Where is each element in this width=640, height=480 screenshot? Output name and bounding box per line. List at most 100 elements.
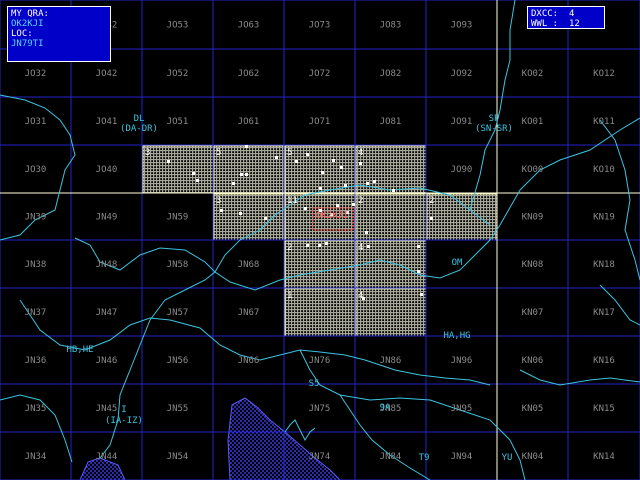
locator-label: JN36 [25,356,47,366]
station-dot[interactable] [245,173,248,176]
locator-label: JN35 [25,404,47,414]
station-dot[interactable] [232,182,235,185]
worked-square[interactable] [426,193,498,241]
locator-label: KN07 [522,308,544,318]
locator-label: KN04 [522,452,544,462]
station-dot[interactable] [306,244,309,247]
locator-label: JN39 [25,213,47,223]
wwl-label: WWL : [531,19,559,29]
station-dot[interactable] [430,217,433,220]
locator-label: JN47 [96,308,118,318]
station-dot[interactable] [245,145,248,148]
station-dot[interactable] [304,207,307,210]
station-dot[interactable] [295,160,298,163]
locator-label: JO30 [25,165,47,175]
locator-label: KO01 [522,117,544,127]
worked-square[interactable] [213,145,285,194]
qra-locator-map-screen: OK2KJI JO42JO53JO63JO73JO83JO93JO32JO42J… [0,0,640,480]
locator-label: JO62 [238,69,260,79]
station-dot[interactable] [192,172,195,175]
locator-label: JN66 [238,356,260,366]
locator-label: JO53 [167,21,189,31]
worked-squares-layer [142,145,498,337]
station-dot[interactable] [325,242,328,245]
station-dot[interactable] [220,209,223,212]
station-dot[interactable] [167,160,170,163]
country-prefix-label: (DA-DR) [120,124,158,134]
station-dot[interactable] [319,187,322,190]
locator-label: JO83 [380,21,402,31]
locator-label: JO63 [238,21,260,31]
station-dot[interactable] [196,179,199,182]
station-dot[interactable] [352,203,355,206]
station-dot[interactable] [417,245,420,248]
locator-label: JO93 [451,21,473,31]
locator-label: JN58 [167,260,189,270]
locator-label: JN76 [309,356,331,366]
locator-label: JO42 [96,69,118,79]
locator-label: KO11 [593,117,615,127]
station-dot[interactable] [373,180,376,183]
locator-label: KO12 [593,69,615,79]
locator-label: KO02 [522,69,544,79]
station-dot[interactable] [366,182,369,185]
station-dot[interactable] [417,270,420,273]
station-dot[interactable] [321,171,324,174]
locator-label: JN37 [25,308,47,318]
station-dot[interactable] [264,217,267,220]
country-prefix-label: DL [134,114,145,124]
station-dot[interactable] [318,244,321,247]
locator-label: JN56 [167,356,189,366]
station-dot[interactable] [240,173,243,176]
station-dot[interactable] [359,162,362,165]
station-dot[interactable] [336,204,339,207]
locator-label: JN44 [96,452,118,462]
station-dot[interactable] [332,159,335,162]
locator-label: JN54 [167,452,189,462]
country-prefix-label: OM [452,258,463,268]
locator-label: JO72 [309,69,331,79]
worked-count: 11 [287,196,298,206]
station-dot[interactable] [239,212,242,215]
station-dot[interactable] [275,156,278,159]
locator-label: JN84 [380,452,402,462]
locator-label: KO10 [593,165,615,175]
my-qra-panel: MY QRA: OK2KJI LOC: JN79TI [7,6,111,62]
station-dot[interactable] [306,153,309,156]
locator-label: JN67 [238,308,260,318]
locator-label: JN68 [238,260,260,270]
locator-label: JN57 [167,308,189,318]
locator-label: KN06 [522,356,544,366]
locator-label: JN49 [96,213,118,223]
worked-count: 3 [216,196,221,206]
worked-square[interactable] [284,240,356,289]
country-prefix-label: SP [489,114,500,124]
dxcc-count: 4 [568,9,575,19]
worked-square[interactable] [355,240,427,289]
locator-label: JO81 [380,117,402,127]
worked-square[interactable] [355,288,427,337]
locator-label: KN14 [593,452,615,462]
loc-value: JN79TI [11,39,44,49]
country-prefix-label: HA,HG [443,331,470,341]
station-dot[interactable] [392,189,395,192]
locator-map[interactable]: OK2KJI JO42JO53JO63JO73JO83JO93JO32JO42J… [0,0,640,480]
country-prefix-label: T9 [419,453,430,463]
locator-label: JO82 [380,69,402,79]
worked-count: 4 [358,243,363,253]
station-dot[interactable] [365,231,368,234]
locator-label: JO90 [451,165,473,175]
worked-square[interactable] [142,145,214,194]
stats-panel: DXCC: 4 WWL : 12 [527,6,605,29]
locator-label: KN05 [522,404,544,414]
country-prefix-label: YU [502,453,513,463]
locator-label: JO52 [167,69,189,79]
station-dot[interactable] [344,184,347,187]
station-dot[interactable] [420,293,423,296]
loc-label: LOC: [11,29,33,39]
station-dot[interactable] [367,245,370,248]
locator-label: KN08 [522,260,544,270]
station-dot[interactable] [340,166,343,169]
locator-label: JO91 [451,117,473,127]
worked-square[interactable] [284,288,356,337]
